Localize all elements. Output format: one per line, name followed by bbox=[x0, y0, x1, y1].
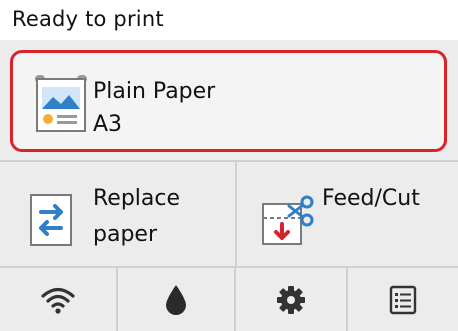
settings-button[interactable] bbox=[236, 268, 346, 331]
feed-cut-button[interactable]: Feed/Cut bbox=[237, 162, 458, 266]
gear-icon bbox=[277, 285, 305, 314]
paper-settings-button[interactable]: Plain Paper A3 bbox=[10, 50, 447, 152]
replace-label-line1: Replace bbox=[93, 186, 181, 211]
feedcut-label: Feed/Cut bbox=[322, 186, 420, 211]
wifi-icon bbox=[41, 287, 75, 314]
ink-button[interactable] bbox=[118, 268, 234, 331]
feed-cut-icon bbox=[262, 195, 314, 245]
paper-size-label: A3 bbox=[93, 112, 123, 137]
status-bar: Ready to print bbox=[0, 0, 458, 40]
job-list-button[interactable] bbox=[348, 268, 458, 331]
paper-type-label: Plain Paper bbox=[93, 79, 216, 104]
replace-label-line2: paper bbox=[93, 222, 157, 247]
paper-roll-icon bbox=[35, 75, 87, 132]
status-text: Ready to print bbox=[12, 7, 164, 31]
replace-paper-icon bbox=[30, 194, 72, 246]
list-icon bbox=[389, 285, 417, 314]
ink-drop-icon bbox=[166, 284, 186, 315]
replace-paper-button[interactable]: Replace paper bbox=[0, 162, 235, 266]
wifi-button[interactable] bbox=[0, 268, 116, 331]
